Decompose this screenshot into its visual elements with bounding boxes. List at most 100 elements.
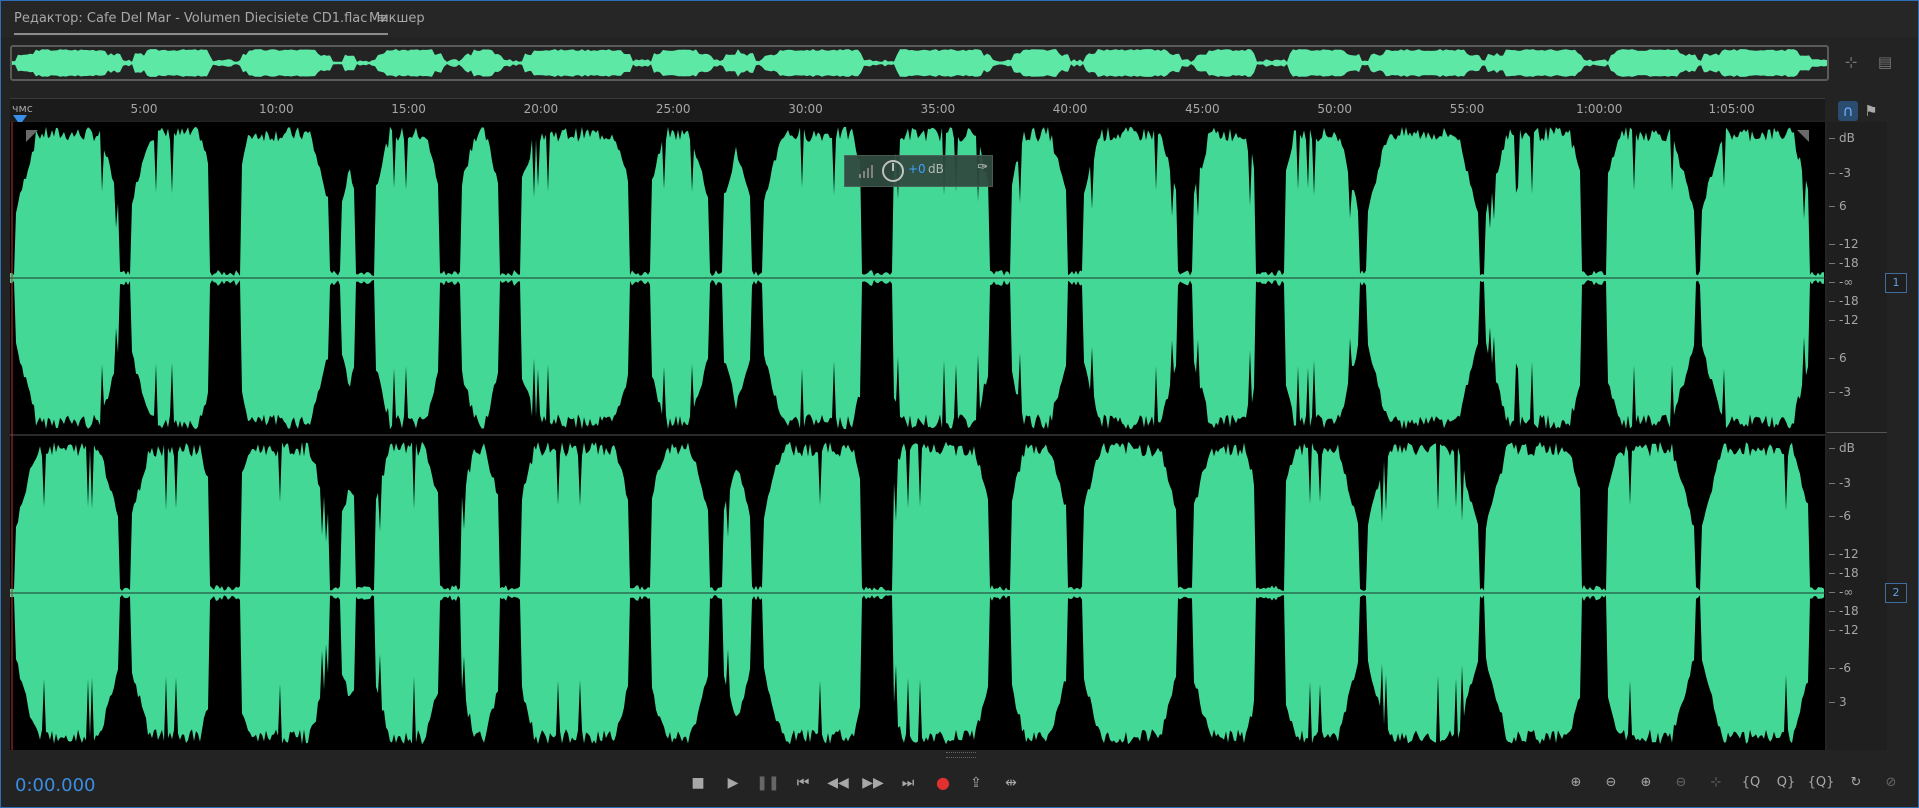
ruler-tick-label: 55:00	[1449, 102, 1485, 116]
zoom-out-amplitude-icon[interactable]: ⊖	[1597, 772, 1625, 794]
waveform-display[interactable]	[10, 122, 1825, 750]
db-scale-label: 6	[1839, 199, 1847, 213]
db-scale-label: -6	[1839, 509, 1851, 523]
amplitude-knob-icon[interactable]	[882, 160, 904, 182]
db-scale-tick	[1829, 358, 1835, 359]
marker-flag-icon[interactable]: ⚑	[1861, 101, 1881, 121]
zoom-to-selection-icon[interactable]: {Q}	[1807, 772, 1835, 794]
amplitude-hud[interactable]: +0 dB ✑	[844, 155, 993, 187]
db-scale-label: -∞	[1839, 275, 1854, 289]
tab-editor[interactable]: Редактор: Cafe Del Mar - Volumen Diecisi…	[14, 11, 389, 35]
zoom-selected-tracks-icon[interactable]: ↻	[1842, 772, 1870, 794]
db-scale-tick	[1829, 138, 1835, 139]
play-icon[interactable]: ▶	[720, 772, 746, 794]
snapping-magnet-icon[interactable]: ∩	[1838, 101, 1858, 121]
zoom-out-time-icon[interactable]: ⊖	[1667, 772, 1695, 794]
db-scale-label: 3	[1839, 695, 1847, 709]
db-scale-tick	[1829, 282, 1835, 283]
db-scale-tick	[1829, 244, 1835, 245]
zoom-reset-icon[interactable]: ⊘	[1877, 772, 1905, 794]
db-scale-tick	[1829, 483, 1835, 484]
overview-waveform	[12, 49, 1827, 77]
db-scale-tick	[1829, 702, 1835, 703]
db-scale-label: -3	[1839, 476, 1851, 490]
zoom-out-full-icon[interactable]: ⊹	[1841, 52, 1861, 72]
ruler-tick-label: 20:00	[523, 102, 559, 116]
ruler-tick-label: 5:00	[130, 102, 158, 116]
panel-options-icon[interactable]: ▤	[1875, 52, 1895, 72]
db-scale[interactable]: dB -3 6 -12 -18 -∞ -18 -12 6 -3 dB -3 -6 -12 -18 -∞ -18 -…	[1827, 122, 1887, 750]
go-to-end-icon[interactable]: ⏭	[895, 772, 921, 794]
ruler-tick-label: 30:00	[788, 102, 823, 116]
overview-wave-shape	[12, 49, 1827, 77]
db-scale-label: -12	[1839, 313, 1859, 327]
ruler-tick-label: 40:00	[1052, 102, 1088, 116]
zoom-out-full-icon[interactable]: ⊹	[1702, 772, 1730, 794]
hud-level-icon	[859, 165, 873, 178]
ruler-tick-label: 35:00	[920, 102, 956, 116]
stop-icon[interactable]: ■	[685, 772, 711, 794]
ruler-tick-label: 50:00	[1317, 102, 1352, 116]
ruler-tick-label: 45:00	[1185, 102, 1220, 116]
editor-window: Редактор: Cafe Del Mar - Volumen Diecisi…	[0, 0, 1919, 808]
pin-icon[interactable]: ✑	[977, 160, 988, 175]
record-icon[interactable]: ●	[930, 772, 956, 794]
ruler-tick-label: 1:00:00	[1576, 102, 1623, 116]
db-scale-tick	[1829, 573, 1835, 574]
current-time-display[interactable]: 0:00.000	[15, 775, 96, 796]
zoom-in-amplitude-icon[interactable]: ⊕	[1562, 772, 1590, 794]
rewind-icon[interactable]: ◀◀	[825, 772, 851, 794]
db-scale-tick	[1829, 263, 1835, 264]
zoom-in-at-out-point-icon[interactable]: Q}	[1772, 772, 1800, 794]
ruler-tick-label: 10:00	[259, 102, 294, 116]
ruler-tick-label: 25:00	[655, 102, 691, 116]
db-scale-tick	[1829, 516, 1835, 517]
db-scale-tick	[1829, 301, 1835, 302]
tab-editor-label: Редактор: Cafe Del Mar - Volumen Diecisi…	[14, 11, 368, 26]
zoom-in-time-icon[interactable]: ⊕	[1632, 772, 1660, 794]
tab-mixer[interactable]: Микшер	[369, 11, 425, 26]
db-scale-label: -3	[1839, 385, 1851, 399]
channel-1-badge[interactable]: 1	[1885, 273, 1907, 293]
db-scale-tick	[1829, 173, 1835, 174]
db-scale-label: dB	[1839, 131, 1855, 145]
db-scale-label: -18	[1839, 566, 1859, 580]
db-scale-label: -12	[1839, 547, 1859, 561]
db-scale-label: -12	[1839, 237, 1859, 251]
pause-icon[interactable]: ❚❚	[755, 772, 781, 794]
hud-amplitude-value[interactable]: +0	[908, 162, 926, 176]
ruler-tick-label: 15:00	[391, 102, 426, 116]
db-scale-tick	[1829, 668, 1835, 669]
horizontal-scroll-grip[interactable]	[946, 752, 976, 758]
db-scale-label: -12	[1839, 623, 1859, 637]
db-scale-tick	[1829, 206, 1835, 207]
db-scale-tick	[1829, 392, 1835, 393]
hud-amplitude-unit: dB	[928, 162, 944, 176]
fast-forward-icon[interactable]: ▶▶	[860, 772, 886, 794]
db-scale-label: 6	[1839, 351, 1847, 365]
db-scale-label: dB	[1839, 441, 1855, 455]
waveform-channels	[10, 122, 1825, 750]
db-scale-label: -18	[1839, 604, 1859, 618]
zoom-in-at-in-point-icon[interactable]: {Q	[1737, 772, 1765, 794]
db-scale-tick	[1829, 554, 1835, 555]
db-scale-label: -3	[1839, 166, 1851, 180]
panel-tab-bar: Редактор: Cafe Del Mar - Volumen Diecisi…	[1, 1, 1918, 37]
db-scale-tick	[1829, 592, 1835, 593]
db-scale-label: -6	[1839, 661, 1851, 675]
channel-divider	[1827, 432, 1887, 433]
skip-selection-icon[interactable]: ⇹	[998, 772, 1024, 794]
ruler-unit-label: чмс	[12, 102, 33, 115]
db-scale-tick	[1829, 448, 1835, 449]
db-scale-tick	[1829, 630, 1835, 631]
go-to-start-icon[interactable]: ⏮	[790, 772, 816, 794]
channel-2-badge[interactable]: 2	[1885, 583, 1907, 603]
waveform-overview[interactable]	[10, 45, 1829, 81]
db-scale-label: -∞	[1839, 585, 1854, 599]
loop-playback-icon[interactable]: ⇪	[963, 772, 989, 794]
db-scale-label: -18	[1839, 256, 1859, 270]
db-scale-label: -18	[1839, 294, 1859, 308]
time-ruler[interactable]: чмс 5:00 10:00 15:00 20:00 25:00 30:00 35:00 40…	[10, 98, 1825, 125]
db-scale-tick	[1829, 611, 1835, 612]
db-scale-tick	[1829, 320, 1835, 321]
